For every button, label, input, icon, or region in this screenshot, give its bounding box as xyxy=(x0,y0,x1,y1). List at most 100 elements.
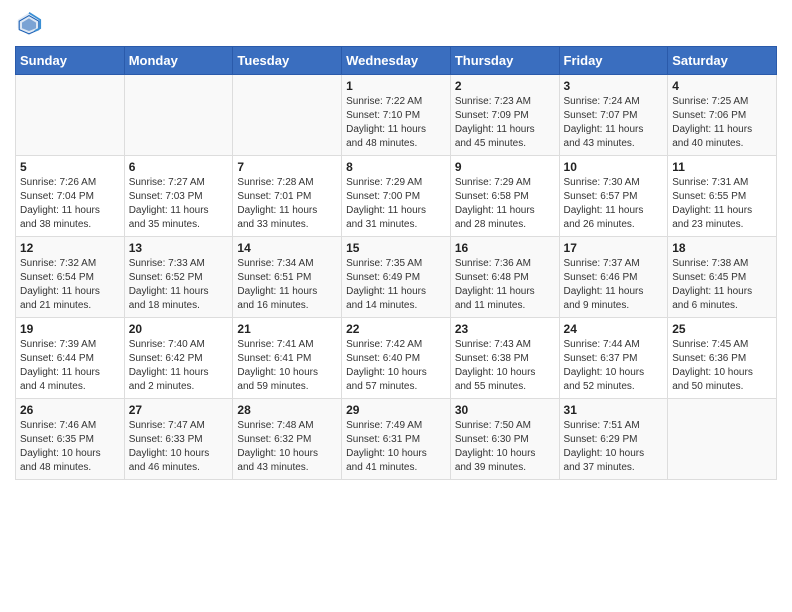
calendar-cell: 17 Sunrise: 7:37 AM Sunset: 6:46 PM Dayli… xyxy=(559,237,668,318)
calendar-table: SundayMondayTuesdayWednesdayThursdayFrid… xyxy=(15,46,777,480)
day-number: 18 xyxy=(672,241,772,255)
day-number: 12 xyxy=(20,241,120,255)
cell-info: Sunrise: 7:30 AM Sunset: 6:57 PM Dayligh… xyxy=(564,176,664,232)
calendar-cell: 27Sunrise: 7:47 AM Sunset: 6:33 PM Dayli… xyxy=(124,399,233,480)
day-number: 2 xyxy=(455,79,555,93)
col-header-tuesday: Tuesday xyxy=(233,47,342,75)
day-number: 7 xyxy=(237,160,337,174)
calendar-cell: 10 Sunrise: 7:30 AM Sunset: 6:57 PM Dayli… xyxy=(559,156,668,237)
calendar-cell: 29 Sunrise: 7:49 AM Sunset: 6:31 PM Dayli… xyxy=(342,399,451,480)
calendar-cell: 12 Sunrise: 7:32 AM Sunset: 6:54 PM Dayli… xyxy=(16,237,125,318)
day-number: 17 xyxy=(564,241,664,255)
cell-info: Sunrise: 7:40 AM Sunset: 6:42 PM Dayligh… xyxy=(129,338,229,394)
day-number: 24 xyxy=(564,322,664,336)
calendar-cell: 25 Sunrise: 7:45 AM Sunset: 6:36 PM Dayli… xyxy=(668,318,777,399)
day-number: 23 xyxy=(455,322,555,336)
cell-info: Sunrise: 7:34 AM Sunset: 6:51 PM Dayligh… xyxy=(237,257,337,313)
cell-info: Sunrise: 7:45 AM Sunset: 6:36 PM Dayligh… xyxy=(672,338,772,394)
calendar-cell: 28 Sunrise: 7:48 AM Sunset: 6:32 PM Dayli… xyxy=(233,399,342,480)
day-number: 22 xyxy=(346,322,446,336)
day-number: 15 xyxy=(346,241,446,255)
cell-info: Sunrise: 7:37 AM Sunset: 6:46 PM Dayligh… xyxy=(564,257,664,313)
header-row: SundayMondayTuesdayWednesdayThursdayFrid… xyxy=(16,47,777,75)
cell-info: Sunrise: 7:41 AM Sunset: 6:41 PM Dayligh… xyxy=(237,338,337,394)
day-number: 29 xyxy=(346,403,446,417)
calendar-cell: 18 Sunrise: 7:38 AM Sunset: 6:45 PM Dayli… xyxy=(668,237,777,318)
cell-info: Sunrise: 7:44 AM Sunset: 6:37 PM Dayligh… xyxy=(564,338,664,394)
day-number: 16 xyxy=(455,241,555,255)
calendar-cell: 19Sunrise: 7:39 AM Sunset: 6:44 PM Dayli… xyxy=(16,318,125,399)
calendar-cell: 31 Sunrise: 7:51 AM Sunset: 6:29 PM Dayli… xyxy=(559,399,668,480)
day-number: 1 xyxy=(346,79,446,93)
calendar-cell: 3 Sunrise: 7:24 AM Sunset: 7:07 PM Daylig… xyxy=(559,75,668,156)
col-header-wednesday: Wednesday xyxy=(342,47,451,75)
cell-info: Sunrise: 7:51 AM Sunset: 6:29 PM Dayligh… xyxy=(564,419,664,475)
week-row-2: 5Sunrise: 7:26 AM Sunset: 7:04 PM Daylig… xyxy=(16,156,777,237)
calendar-cell: 8 Sunrise: 7:29 AM Sunset: 7:00 PM Daylig… xyxy=(342,156,451,237)
day-number: 8 xyxy=(346,160,446,174)
day-number: 13 xyxy=(129,241,229,255)
cell-info: Sunrise: 7:38 AM Sunset: 6:45 PM Dayligh… xyxy=(672,257,772,313)
calendar-cell: 5Sunrise: 7:26 AM Sunset: 7:04 PM Daylig… xyxy=(16,156,125,237)
cell-info: Sunrise: 7:31 AM Sunset: 6:55 PM Dayligh… xyxy=(672,176,772,232)
day-number: 30 xyxy=(455,403,555,417)
cell-info: Sunrise: 7:46 AM Sunset: 6:35 PM Dayligh… xyxy=(20,419,120,475)
col-header-friday: Friday xyxy=(559,47,668,75)
day-number: 25 xyxy=(672,322,772,336)
calendar-cell: 6 Sunrise: 7:27 AM Sunset: 7:03 PM Daylig… xyxy=(124,156,233,237)
day-number: 6 xyxy=(129,160,229,174)
calendar-cell: 1Sunrise: 7:22 AM Sunset: 7:10 PM Daylig… xyxy=(342,75,451,156)
calendar-cell xyxy=(668,399,777,480)
day-number: 21 xyxy=(237,322,337,336)
cell-info: Sunrise: 7:29 AM Sunset: 7:00 PM Dayligh… xyxy=(346,176,446,232)
calendar-cell xyxy=(16,75,125,156)
calendar-cell: 20 Sunrise: 7:40 AM Sunset: 6:42 PM Dayli… xyxy=(124,318,233,399)
cell-info: Sunrise: 7:48 AM Sunset: 6:32 PM Dayligh… xyxy=(237,419,337,475)
week-row-5: 26Sunrise: 7:46 AM Sunset: 6:35 PM Dayli… xyxy=(16,399,777,480)
cell-info: Sunrise: 7:50 AM Sunset: 6:30 PM Dayligh… xyxy=(455,419,555,475)
week-row-1: 1Sunrise: 7:22 AM Sunset: 7:10 PM Daylig… xyxy=(16,75,777,156)
cell-info: Sunrise: 7:25 AM Sunset: 7:06 PM Dayligh… xyxy=(672,95,772,151)
calendar-cell: 23 Sunrise: 7:43 AM Sunset: 6:38 PM Dayli… xyxy=(450,318,559,399)
day-number: 9 xyxy=(455,160,555,174)
calendar-cell: 26Sunrise: 7:46 AM Sunset: 6:35 PM Dayli… xyxy=(16,399,125,480)
cell-info: Sunrise: 7:27 AM Sunset: 7:03 PM Dayligh… xyxy=(129,176,229,232)
day-number: 31 xyxy=(564,403,664,417)
cell-info: Sunrise: 7:42 AM Sunset: 6:40 PM Dayligh… xyxy=(346,338,446,394)
logo xyxy=(15,10,47,38)
day-number: 14 xyxy=(237,241,337,255)
calendar-cell: 24 Sunrise: 7:44 AM Sunset: 6:37 PM Dayli… xyxy=(559,318,668,399)
calendar-cell: 21 Sunrise: 7:41 AM Sunset: 6:41 PM Dayli… xyxy=(233,318,342,399)
week-row-3: 12 Sunrise: 7:32 AM Sunset: 6:54 PM Dayli… xyxy=(16,237,777,318)
col-header-monday: Monday xyxy=(124,47,233,75)
cell-info: Sunrise: 7:43 AM Sunset: 6:38 PM Dayligh… xyxy=(455,338,555,394)
page-container: SundayMondayTuesdayWednesdayThursdayFrid… xyxy=(0,0,792,490)
calendar-cell: 11Sunrise: 7:31 AM Sunset: 6:55 PM Dayli… xyxy=(668,156,777,237)
logo-icon xyxy=(15,10,43,38)
cell-info: Sunrise: 7:39 AM Sunset: 6:44 PM Dayligh… xyxy=(20,338,120,394)
day-number: 10 xyxy=(564,160,664,174)
cell-info: Sunrise: 7:28 AM Sunset: 7:01 PM Dayligh… xyxy=(237,176,337,232)
week-row-4: 19Sunrise: 7:39 AM Sunset: 6:44 PM Dayli… xyxy=(16,318,777,399)
cell-info: Sunrise: 7:49 AM Sunset: 6:31 PM Dayligh… xyxy=(346,419,446,475)
calendar-cell: 13Sunrise: 7:33 AM Sunset: 6:52 PM Dayli… xyxy=(124,237,233,318)
calendar-cell: 2 Sunrise: 7:23 AM Sunset: 7:09 PM Daylig… xyxy=(450,75,559,156)
cell-info: Sunrise: 7:24 AM Sunset: 7:07 PM Dayligh… xyxy=(564,95,664,151)
day-number: 3 xyxy=(564,79,664,93)
calendar-cell: 22 Sunrise: 7:42 AM Sunset: 6:40 PM Dayli… xyxy=(342,318,451,399)
day-number: 4 xyxy=(672,79,772,93)
calendar-cell xyxy=(124,75,233,156)
page-header xyxy=(15,10,777,38)
cell-info: Sunrise: 7:47 AM Sunset: 6:33 PM Dayligh… xyxy=(129,419,229,475)
cell-info: Sunrise: 7:23 AM Sunset: 7:09 PM Dayligh… xyxy=(455,95,555,151)
calendar-cell: 4 Sunrise: 7:25 AM Sunset: 7:06 PM Daylig… xyxy=(668,75,777,156)
calendar-cell xyxy=(233,75,342,156)
col-header-thursday: Thursday xyxy=(450,47,559,75)
calendar-cell: 16Sunrise: 7:36 AM Sunset: 6:48 PM Dayli… xyxy=(450,237,559,318)
day-number: 28 xyxy=(237,403,337,417)
col-header-sunday: Sunday xyxy=(16,47,125,75)
day-number: 20 xyxy=(129,322,229,336)
col-header-saturday: Saturday xyxy=(668,47,777,75)
cell-info: Sunrise: 7:32 AM Sunset: 6:54 PM Dayligh… xyxy=(20,257,120,313)
calendar-cell: 30 Sunrise: 7:50 AM Sunset: 6:30 PM Dayli… xyxy=(450,399,559,480)
